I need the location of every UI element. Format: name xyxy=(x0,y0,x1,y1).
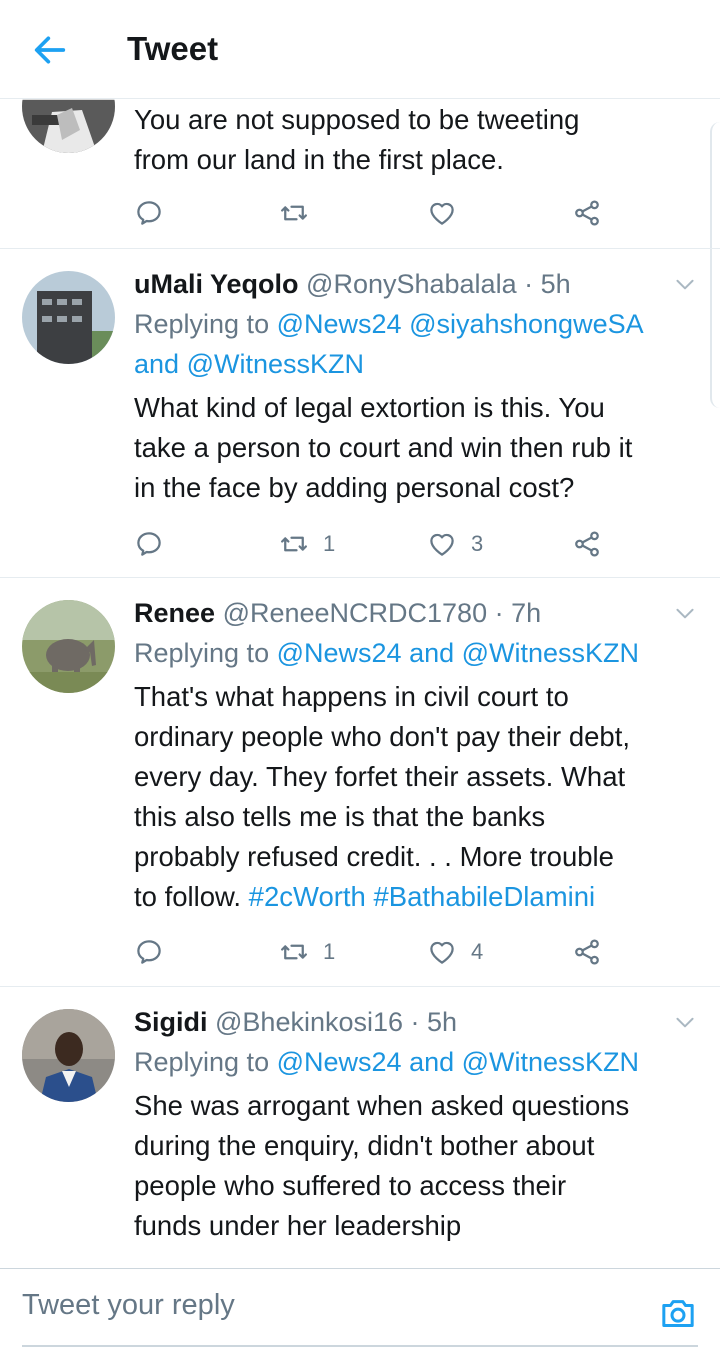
reply-mentions[interactable]: @News24 and @WitnessKZN xyxy=(277,638,639,668)
author-name[interactable]: uMali Yeqolo xyxy=(134,269,299,299)
avatar[interactable] xyxy=(22,1009,115,1102)
share-icon xyxy=(572,937,602,967)
camera-icon[interactable] xyxy=(658,1293,698,1333)
reply-icon xyxy=(134,937,164,967)
tweet-2[interactable]: Renee @ReneeNCRDC1780 · 7h Replying to @… xyxy=(0,578,720,987)
top-app-bar: Tweet xyxy=(0,0,720,99)
retweet-button[interactable] xyxy=(279,193,309,233)
retweet-count: 1 xyxy=(323,531,336,556)
share-button[interactable] xyxy=(572,193,602,233)
reply-input[interactable]: Tweet your reply xyxy=(22,1289,235,1322)
reply-mentions[interactable]: @News24 and @WitnessKZN xyxy=(277,1047,639,1077)
tweet-text-line: in the face by adding personal cost? xyxy=(134,472,575,503)
share-button[interactable] xyxy=(572,524,602,564)
like-button[interactable]: 4 xyxy=(427,932,483,972)
avatar[interactable] xyxy=(22,271,115,364)
input-underline xyxy=(22,1345,698,1347)
reply-icon xyxy=(134,198,164,228)
reply-icon xyxy=(134,529,164,559)
tweet-text-line: ordinary people who don't pay their debt… xyxy=(134,721,630,752)
share-button[interactable] xyxy=(572,932,602,972)
hashtag-links[interactable]: #2cWorth #BathabileDlamini xyxy=(249,881,595,912)
author-handle[interactable]: @ReneeNCRDC1780 xyxy=(223,598,488,628)
tweet-text-line: take a person to court and win then rub … xyxy=(134,432,633,463)
mention-link[interactable]: @WitnessKZN xyxy=(187,349,364,379)
tweet-text-line: That's what happens in civil court to xyxy=(134,681,569,712)
reply-mentions[interactable]: @News24 @siyahshongweSA xyxy=(277,309,644,339)
replying-to: Replying to @News24 and @WitnessKZN xyxy=(134,638,640,668)
tweet-3[interactable]: Sigidi @Bhekinkosi16 · 5h Replying to @N… xyxy=(0,987,720,1268)
author-handle[interactable]: @Bhekinkosi16 xyxy=(215,1007,403,1037)
tweet-text-line: to follow. #2cWorth #BathabileDlamini xyxy=(134,881,596,912)
author-name[interactable]: Sigidi xyxy=(134,1007,208,1037)
retweet-button[interactable]: 1 xyxy=(279,524,335,564)
tweet-text-line: every day. They forfet their assets. Wha… xyxy=(134,761,626,792)
tweet-text-line: She was arrogant when asked questions xyxy=(134,1090,630,1121)
tweet-text-line: probably refused credit. . . More troubl… xyxy=(134,841,614,872)
tweet-text-line: funds under her leadership xyxy=(134,1210,462,1241)
reply-button[interactable] xyxy=(134,932,164,972)
reply-button[interactable] xyxy=(134,524,164,564)
like-count: 4 xyxy=(471,939,484,964)
replying-to: Replying to @News24 and @WitnessKZN xyxy=(134,1047,640,1077)
retweet-icon xyxy=(279,937,309,967)
like-icon xyxy=(427,198,457,228)
timestamp: · 5h xyxy=(524,269,571,299)
tweet-text-line: this also tells me is that the banks xyxy=(134,801,546,832)
tweet-text-line: people who suffered to access their xyxy=(134,1170,567,1201)
reply-compose-bar: Tweet your reply xyxy=(0,1268,720,1356)
like-icon xyxy=(427,529,457,559)
share-icon xyxy=(572,529,602,559)
like-button[interactable]: 3 xyxy=(427,524,483,564)
timestamp: · 5h xyxy=(410,1007,458,1037)
author-name[interactable]: Renee xyxy=(134,598,215,628)
avatar[interactable] xyxy=(22,600,115,693)
like-icon xyxy=(427,937,457,967)
like-button[interactable] xyxy=(427,193,457,233)
author-handle[interactable]: @RonyShabalala xyxy=(306,269,517,299)
reply-button[interactable] xyxy=(134,193,164,233)
tweet-text-line: from our land in the first place. xyxy=(134,144,504,175)
tweet-1[interactable]: uMali Yeqolo @RonyShabalala · 5h Replyin… xyxy=(0,249,720,578)
retweet-count: 1 xyxy=(323,939,336,964)
tweet-text-line: during the enquiry, didn't bother about xyxy=(134,1130,595,1161)
retweet-icon xyxy=(279,198,309,228)
share-icon xyxy=(572,198,602,228)
tweet-text-line: What kind of legal extortion is this. Yo… xyxy=(134,392,605,423)
tweet-text-line: You are not supposed to be tweeting xyxy=(134,104,580,135)
replying-to: Replying to @News24 @siyahshongweSA xyxy=(134,309,644,339)
page-title: Tweet xyxy=(127,30,219,67)
retweet-button[interactable]: 1 xyxy=(279,932,335,972)
timestamp: · 7h xyxy=(494,598,542,628)
like-count: 3 xyxy=(471,531,484,556)
retweet-icon xyxy=(279,529,309,559)
back-arrow-icon[interactable] xyxy=(30,30,70,70)
